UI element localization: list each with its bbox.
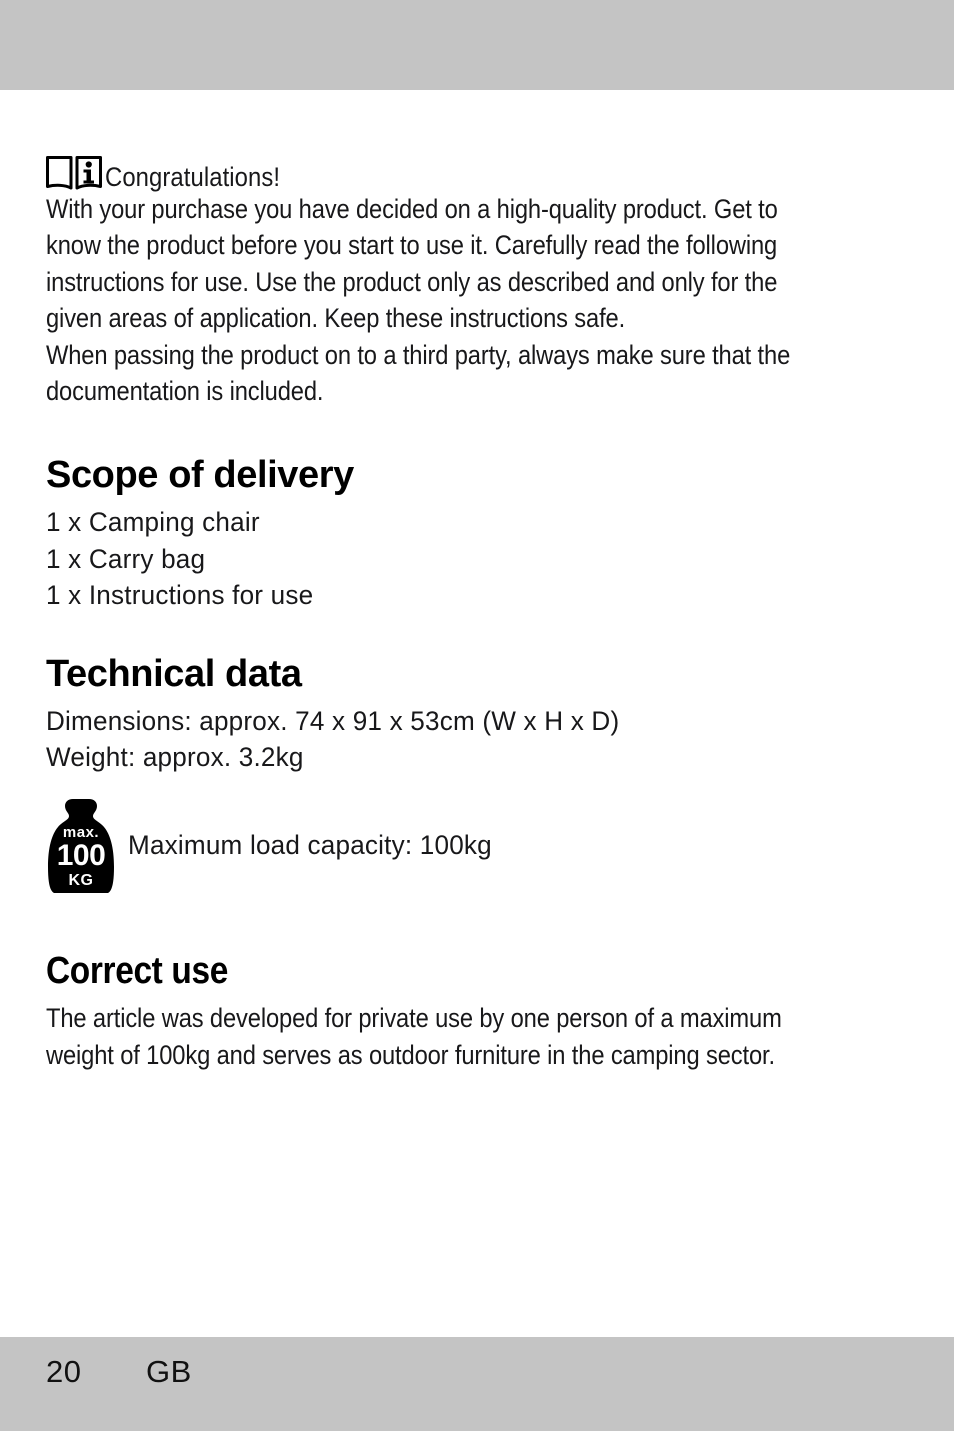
congratulations-text: Congratulations! [105,162,281,192]
intro-section: Congratulations! With your purchase you … [46,150,902,409]
correct-use-body: The article was developed for private us… [46,1000,902,1073]
max-load-row: max. 100 KG Maximum load capacity: 100kg [46,797,902,894]
footer-language-code: GB [146,1354,192,1389]
read-instructions-booklet-icon [46,156,102,190]
intro-line: With your purchase you have decided on a… [46,194,778,224]
technical-data-line: Weight: approx. 3.2kg [46,742,304,773]
technical-data-list: Dimensions: approx. 74 x 91 x 53cm (W x … [46,703,902,776]
intro-line: given areas of application. Keep these i… [46,303,626,334]
weight-icon-value: 100 [57,839,106,872]
weight-icon-unit: KG [69,872,94,889]
list-item: 1 x Camping chair [46,507,260,538]
heading-technical-data: Technical data [46,652,302,695]
correct-use-line: weight of 100kg and serves as outdoor fu… [46,1039,775,1070]
list-item: 1 x Instructions for use [46,580,314,611]
heading-correct-use: Correct use [46,950,228,993]
page-footer: 20 GB [46,1354,192,1390]
intro-line: When passing the product on to a third p… [46,339,791,370]
header-band [0,0,954,90]
scope-of-delivery-list: 1 x Camping chair 1 x Carry bag 1 x Inst… [46,504,902,613]
list-item: 1 x Carry bag [46,543,206,574]
max-load-weight-icon: max. 100 KG [48,799,114,894]
intro-line: instructions for use. Use the product on… [46,266,778,297]
congratulations-line: Congratulations! [46,150,902,194]
intro-line: documentation is included. [46,376,324,407]
heading-scope-of-delivery: Scope of delivery [46,454,354,497]
page-content: Congratulations! With your purchase you … [46,150,902,1073]
correct-use-line: The article was developed for private us… [46,1003,782,1034]
intro-line: know the product before you start to use… [46,230,778,261]
technical-data-line: Dimensions: approx. 74 x 91 x 53cm (W x … [46,705,620,736]
manual-page: Congratulations! With your purchase you … [0,0,954,1431]
footer-page-number: 20 [46,1354,82,1389]
max-load-text: Maximum load capacity: 100kg [128,829,492,860]
